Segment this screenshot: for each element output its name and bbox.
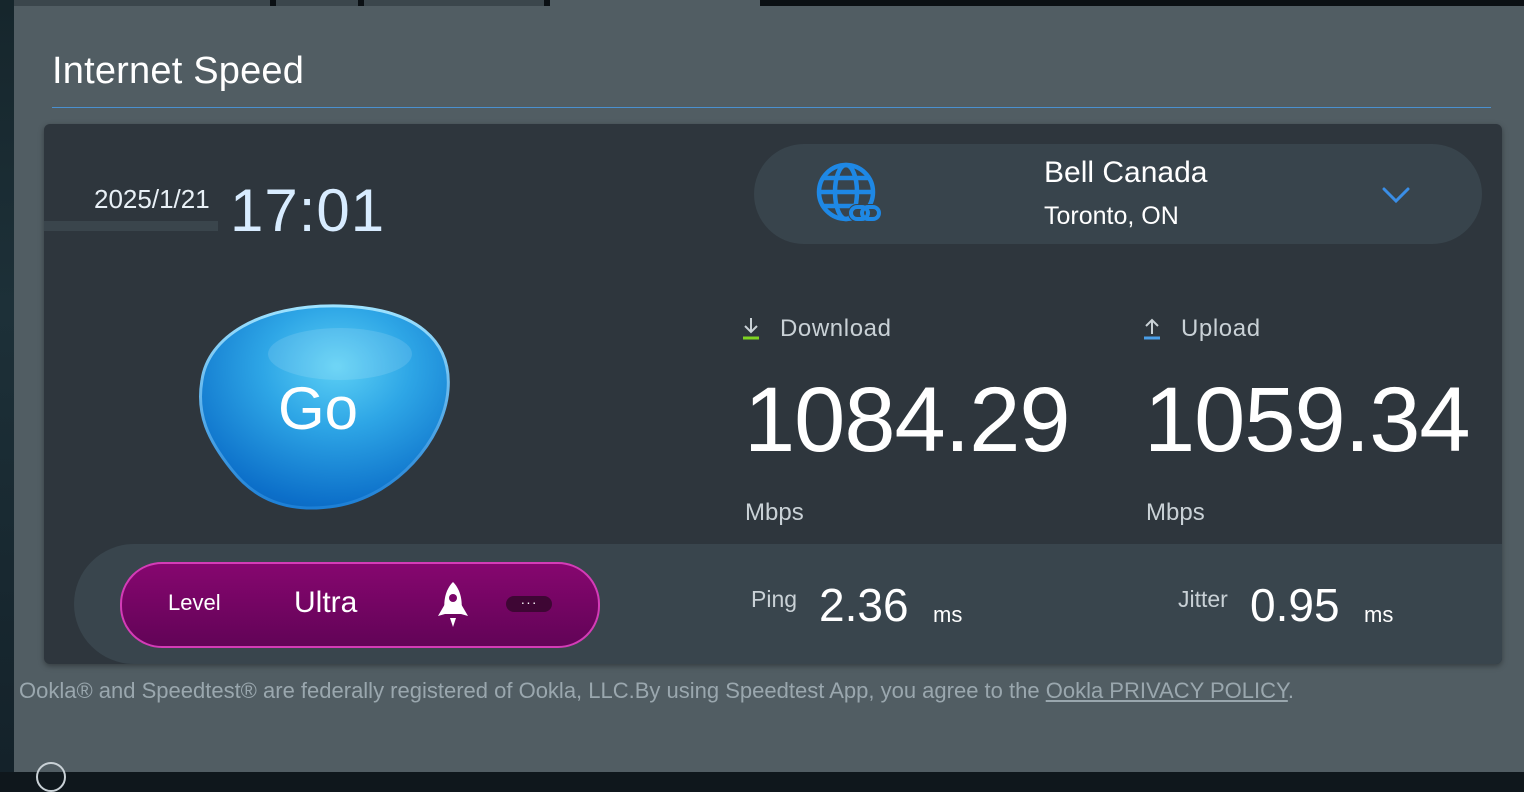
info-circle-icon [36,762,66,792]
upload-value: 1059.34 [1144,369,1471,471]
bottom-stats-bar: Level Ultra ··· Ping 2.36 ms Jitter 0.95… [74,544,1502,664]
download-arrow-icon [743,318,759,340]
footer-text: Ookla® and Speedtest® are federally regi… [19,678,1046,703]
ping-label: Ping [751,586,798,612]
upload-unit: Mbps [1146,499,1205,526]
level-label: Level [168,590,221,615]
upload-label: Upload [1181,315,1261,342]
server-selector[interactable]: Bell Canada Toronto, ON [754,144,1482,244]
globe-link-icon [816,162,882,222]
background-edge [0,0,14,772]
download-label: Download [780,315,892,342]
jitter-value: 0.95 [1250,579,1340,631]
level-badge[interactable]: Level Ultra ··· [120,562,600,648]
ping-value: 2.36 [819,579,909,631]
go-button[interactable]: Go [190,302,456,514]
test-date: 2025/1/21 [94,184,210,214]
test-time: 17:01 [230,177,386,244]
title-divider [52,107,1491,108]
chevron-down-icon[interactable] [1378,182,1414,208]
jitter-label: Jitter [1178,586,1228,612]
jitter-unit: ms [1364,602,1394,627]
server-isp: Bell Canada [1044,156,1208,189]
page-title: Internet Speed [52,50,305,92]
ping-unit: ms [933,602,963,627]
footer-disclaimer: Ookla® and Speedtest® are federally regi… [19,678,1294,704]
more-options-button[interactable]: ··· [506,595,552,612]
level-value: Ultra [294,586,358,619]
date-underline [44,221,218,231]
server-location: Toronto, ON [1044,202,1179,230]
download-value: 1084.29 [744,369,1071,471]
rocket-icon [438,582,468,627]
footer-suffix: . [1287,678,1294,703]
upload-arrow-icon [1144,318,1160,340]
speedtest-card: 2025/1/21 17:01 Bell Canada Toronto, ON [44,124,1502,664]
download-unit: Mbps [745,499,804,526]
go-button-label: Go [277,375,359,442]
privacy-policy-link[interactable]: Ookla PRIVACY POLICY [1046,678,1288,703]
